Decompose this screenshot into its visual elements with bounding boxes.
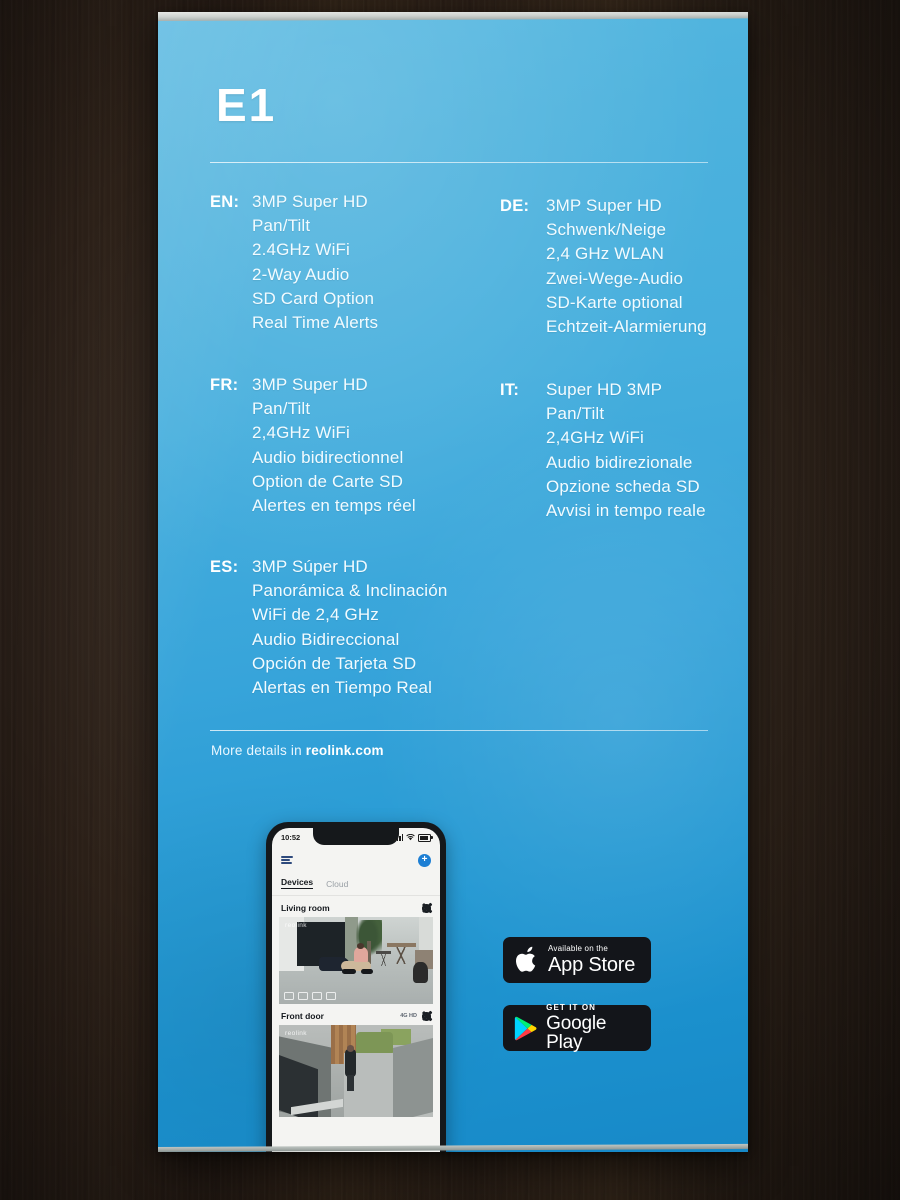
spec-lines-it: Super HD 3MP Pan/Tilt 2,4GHz WiFi Audio …	[546, 378, 706, 523]
google-play-badge[interactable]: GET IT ON Google Play	[503, 1003, 651, 1053]
status-time: 10:52	[281, 833, 301, 842]
device-row-front-door: Front door 4G HD	[272, 1004, 440, 1025]
spec-block-es: ES: 3MP Súper HD Panorámica & Inclinació…	[210, 555, 447, 700]
tab-devices[interactable]: Devices	[281, 877, 314, 889]
spec-line: 2,4GHz WiFi	[546, 428, 644, 448]
app-store-small-text: Available on the	[548, 944, 608, 953]
wifi-icon	[406, 834, 415, 841]
more-details-prefix: More details in	[211, 743, 306, 758]
box-printed-content: E1 EN: 3MP Super HD Pan/Tilt 2.4GHz WiFi…	[158, 12, 748, 1152]
spec-line: Avvisi in tempo reale	[546, 501, 706, 521]
spec-lines-en: 3MP Super HD Pan/Tilt 2.4GHz WiFi 2-Way …	[252, 190, 378, 335]
spec-line: 2,4GHz WiFi	[252, 423, 350, 443]
spec-line: Audio bidirectionnel	[252, 447, 404, 467]
spec-lines-de: 3MP Super HD Schwenk/Neige 2,4 GHz WLAN …	[546, 194, 707, 339]
spec-line: Echtzeit-Alarmierung	[546, 317, 707, 337]
app-store-badge[interactable]: Available on the App Store	[503, 937, 651, 983]
app-tabs: Devices Cloud	[272, 873, 440, 889]
camera-scene-living-room	[279, 917, 433, 1004]
hamburger-menu-icon[interactable]	[281, 856, 293, 864]
spec-line: 3MP Super HD	[546, 196, 662, 215]
spec-line: Opción de Tarjeta SD	[252, 653, 417, 673]
battery-icon	[418, 833, 433, 842]
spec-line: Option de Carte SD	[252, 471, 404, 491]
app-store-large-text: App Store	[548, 954, 636, 976]
more-details-text: More details in reolink.com	[211, 743, 384, 758]
spec-line: Audio bidirezionale	[546, 452, 693, 472]
device-actions: 4G HD	[400, 1011, 431, 1021]
spec-line: Zwei-Wege-Audio	[546, 268, 684, 288]
spec-line: Super HD 3MP	[546, 380, 663, 399]
signal-bars-icon	[394, 834, 403, 841]
screenshot-stage: E1 EN: 3MP Super HD Pan/Tilt 2.4GHz WiFi…	[0, 0, 900, 1200]
spec-line: Alertes en temps réel	[252, 496, 416, 516]
spec-block-en: EN: 3MP Super HD Pan/Tilt 2.4GHz WiFi 2-…	[210, 190, 378, 335]
spec-line: SD-Karte optional	[546, 292, 683, 312]
divider-top	[210, 162, 708, 163]
language-code-es: ES:	[210, 558, 239, 576]
spec-lines-fr: 3MP Super HD Pan/Tilt 2,4GHz WiFi Audio …	[252, 373, 416, 518]
spec-line: Pan/Tilt	[252, 399, 311, 419]
phone-status-bar: 10:52	[272, 828, 440, 847]
device-name: Living room	[281, 903, 330, 913]
product-box-back-panel: E1 EN: 3MP Super HD Pan/Tilt 2.4GHz WiFi…	[158, 12, 748, 1152]
camera-watermark: reolink	[285, 1030, 307, 1037]
spec-line: 2,4 GHz WLAN	[546, 244, 664, 264]
camera-controls[interactable]	[284, 992, 336, 1000]
website-url: reolink.com	[305, 743, 384, 758]
spec-line: Schwenk/Neige	[546, 220, 667, 240]
spec-line: Pan/Tilt	[252, 216, 311, 236]
divider-bottom	[210, 730, 708, 731]
spec-line: Real Time Alerts	[252, 313, 379, 333]
spec-line: 2.4GHz WiFi	[252, 240, 350, 260]
spec-line: Panorámica & Inclinación	[252, 581, 448, 601]
apple-logo-icon	[516, 946, 536, 972]
status-icons	[394, 833, 433, 842]
device-name: Front door	[281, 1011, 324, 1021]
add-device-button[interactable]: +	[418, 853, 431, 867]
google-play-small-text: GET IT ON	[546, 1003, 597, 1012]
gear-icon[interactable]	[422, 903, 431, 913]
spec-line: Alertas en Tiempo Real	[252, 678, 432, 698]
spec-line: Pan/Tilt	[546, 404, 605, 424]
spec-line: 3MP Super HD	[252, 192, 368, 211]
product-model-title: E1	[216, 79, 277, 131]
spec-block-it: IT: Super HD 3MP Pan/Tilt 2,4GHz WiFi Au…	[500, 378, 706, 523]
device-actions	[422, 903, 431, 913]
spec-line: 3MP Súper HD	[252, 557, 368, 576]
camera-watermark: reolink	[285, 922, 307, 929]
phone-screen: 10:52 + Devices Cloud Living room reolin…	[272, 828, 440, 1152]
spec-block-fr: FR: 3MP Super HD Pan/Tilt 2,4GHz WiFi Au…	[210, 373, 416, 518]
language-code-fr: FR:	[210, 376, 239, 394]
language-code-en: EN:	[210, 193, 240, 211]
camera-scene-front-door	[279, 1025, 433, 1117]
google-play-large-text: Google Play	[546, 1013, 607, 1053]
device-badge: 4G HD	[400, 1013, 417, 1019]
spec-line: WiFi de 2,4 GHz	[252, 605, 379, 625]
tab-cloud[interactable]: Cloud	[326, 879, 348, 889]
language-code-de: DE:	[500, 197, 530, 215]
spec-line: SD Card Option	[252, 288, 375, 308]
language-code-it: IT:	[500, 381, 520, 399]
spec-block-de: DE: 3MP Super HD Schwenk/Neige 2,4 GHz W…	[500, 194, 707, 339]
phone-mockup: 10:52 + Devices Cloud Living room reolin…	[266, 822, 446, 1152]
spec-line: Opzione scheda SD	[546, 476, 700, 496]
spec-line: 3MP Super HD	[252, 375, 368, 394]
camera-feed-front-door[interactable]: reolink	[279, 1025, 433, 1117]
google-play-triangle-icon	[514, 1016, 537, 1040]
spec-lines-es: 3MP Súper HD Panorámica & Inclinación Wi…	[252, 555, 447, 700]
gear-icon[interactable]	[422, 1011, 431, 1021]
device-row-living-room: Living room	[272, 896, 440, 917]
app-top-bar: +	[272, 847, 440, 873]
spec-line: 2-Way Audio	[252, 264, 350, 284]
spec-line: Audio Bidireccional	[252, 629, 400, 649]
camera-feed-living-room[interactable]: reolink	[279, 917, 433, 1004]
